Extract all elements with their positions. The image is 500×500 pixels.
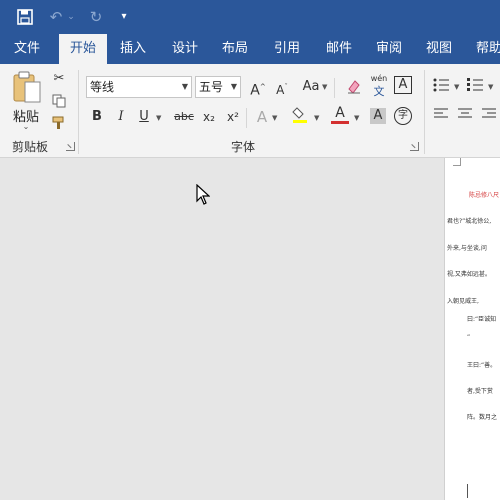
font-color-letter: A xyxy=(335,105,345,121)
character-border-icon[interactable]: A xyxy=(394,76,412,94)
document-line: 者,受下赏 xyxy=(467,388,493,395)
clipboard-dialog-launcher-icon[interactable] xyxy=(66,142,75,151)
inline-divider xyxy=(246,108,247,128)
phonetic-guide-char: 文 xyxy=(373,85,385,98)
font-size-combo[interactable]: 五号 ▼ xyxy=(195,76,241,98)
tab-view[interactable]: 视图 xyxy=(416,34,462,64)
change-case-dropdown-icon[interactable]: ▼ xyxy=(322,83,327,91)
document-line: 君也?”城北徐公, xyxy=(447,218,492,225)
document-line: 陈忌修八尺 xyxy=(469,192,500,199)
font-name-combo[interactable]: 等线 ▼ xyxy=(86,76,192,98)
inline-divider xyxy=(334,78,335,98)
align-right-icon[interactable] xyxy=(480,108,498,126)
text-cursor-mark xyxy=(467,484,468,498)
numbering-dropdown-icon[interactable]: ▼ xyxy=(488,83,493,91)
document-line: 阵。数月之 xyxy=(467,414,498,421)
tab-design[interactable]: 设计 xyxy=(162,34,208,64)
group-divider xyxy=(78,70,79,154)
numbering-icon[interactable] xyxy=(466,78,484,93)
highlight-color-icon[interactable] xyxy=(290,106,310,130)
redo-icon[interactable]: ↻ xyxy=(86,6,106,28)
font-size-value: 五号 xyxy=(199,80,224,94)
document-canvas[interactable] xyxy=(0,158,500,500)
enclose-characters-icon[interactable]: 字 xyxy=(394,107,412,125)
superscript-button[interactable]: x² xyxy=(224,108,242,126)
character-shading-icon[interactable]: A xyxy=(370,108,386,124)
document-page[interactable]: 陈忌修八尺 君也?”城北徐公, 外来,与坐谈,问 视,又弗如远甚。 入朝见威王,… xyxy=(444,158,500,500)
document-line: 王曰:“善。 xyxy=(467,362,497,369)
highlight-dropdown-icon[interactable]: ▼ xyxy=(314,114,319,122)
bullets-icon[interactable] xyxy=(432,78,450,98)
tab-home[interactable]: 开始 xyxy=(59,34,107,64)
document-line: 视,又弗如远甚。 xyxy=(447,271,491,278)
font-name-value: 等线 xyxy=(90,80,115,94)
cut-icon[interactable]: ✂ xyxy=(50,70,68,88)
chevron-down-icon: ▼ xyxy=(230,82,237,91)
ribbon: 粘贴 ⌄ ✂ 剪贴板 等线 ▼ 五号 ▼ A^ Aˇ Aa ▼ wén 文 A … xyxy=(0,64,500,158)
ribbon-tabs: 文件 开始 插入 设计 布局 引用 邮件 审阅 视图 帮助 xyxy=(0,34,500,64)
clear-formatting-icon[interactable] xyxy=(344,78,364,100)
copy-icon[interactable] xyxy=(50,94,68,114)
mouse-pointer-icon xyxy=(196,184,210,205)
font-color-icon[interactable]: A xyxy=(330,106,350,124)
chevron-down-icon: ▼ xyxy=(181,82,188,91)
subscript-button[interactable]: x₂ xyxy=(200,108,218,126)
font-dialog-launcher-icon[interactable] xyxy=(410,142,419,151)
underline-dropdown-icon[interactable]: ▼ xyxy=(156,114,161,122)
clipboard-icon xyxy=(13,71,41,103)
phonetic-guide-button[interactable]: wén 文 xyxy=(368,74,390,100)
paste-button[interactable]: 粘贴 ⌄ xyxy=(8,70,44,136)
tab-file[interactable]: 文件 xyxy=(4,34,50,64)
align-center-icon[interactable] xyxy=(456,108,474,126)
italic-button[interactable]: I xyxy=(112,108,130,126)
align-left-icon[interactable] xyxy=(432,108,450,126)
document-line: 外来,与坐谈,问 xyxy=(447,245,487,252)
font-group-label: 字体 xyxy=(231,140,256,154)
group-divider xyxy=(424,70,425,154)
page-corner-mark xyxy=(453,158,461,166)
phonetic-guide-top: wén xyxy=(370,74,388,83)
bold-button[interactable]: B xyxy=(88,108,106,126)
undo-dropdown-icon[interactable]: ⌄ xyxy=(66,6,76,28)
format-painter-icon[interactable] xyxy=(50,116,68,136)
tab-help[interactable]: 帮助 xyxy=(466,34,500,64)
font-color-swatch xyxy=(331,121,349,124)
grow-font-icon[interactable]: A^ xyxy=(248,78,268,100)
customize-toolbar-icon[interactable]: ▾ xyxy=(116,6,132,28)
text-effects-icon[interactable]: A xyxy=(254,108,270,126)
quick-access-toolbar: ↶ ⌄ ↻ ▾ xyxy=(0,0,500,34)
strikethrough-button[interactable]: abc xyxy=(172,108,196,126)
save-icon[interactable] xyxy=(14,6,36,28)
text-effects-dropdown-icon[interactable]: ▼ xyxy=(272,114,277,122)
paste-dropdown-icon[interactable]: ⌄ xyxy=(8,122,44,131)
tab-insert[interactable]: 插入 xyxy=(110,34,156,64)
bullets-dropdown-icon[interactable]: ▼ xyxy=(454,83,459,91)
shrink-font-icon[interactable]: Aˇ xyxy=(272,78,292,99)
document-line: ” xyxy=(467,334,471,341)
document-line: 入朝见威王, xyxy=(447,298,479,305)
font-color-dropdown-icon[interactable]: ▼ xyxy=(354,114,359,122)
tab-references[interactable]: 引用 xyxy=(264,34,310,64)
tab-layout[interactable]: 布局 xyxy=(212,34,258,64)
tab-mailings[interactable]: 邮件 xyxy=(316,34,362,64)
clipboard-group-label: 剪贴板 xyxy=(12,140,49,154)
tab-review[interactable]: 审阅 xyxy=(366,34,412,64)
document-line: 曰:“臣诚知 xyxy=(467,316,497,323)
underline-button[interactable]: U xyxy=(136,108,152,126)
undo-icon[interactable]: ↶ xyxy=(46,6,66,28)
change-case-button[interactable]: Aa xyxy=(300,78,322,96)
